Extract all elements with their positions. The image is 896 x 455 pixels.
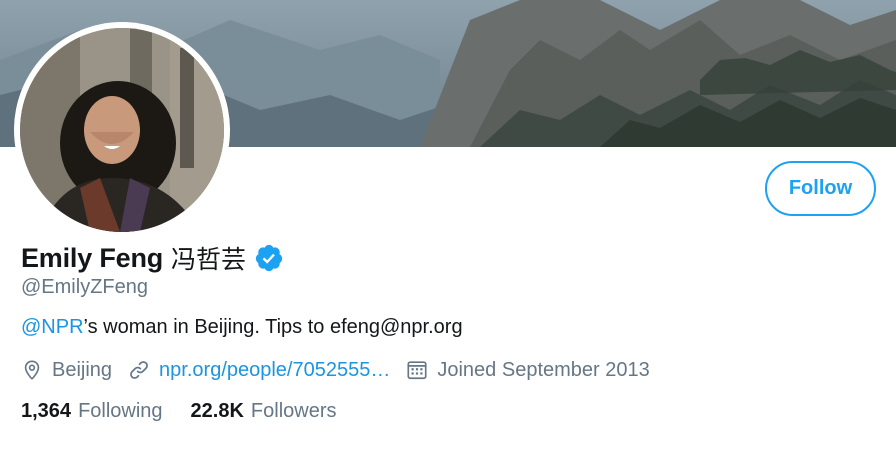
- following-count: 1,364: [21, 399, 72, 422]
- website-item[interactable]: npr.org/people/7052555…: [128, 359, 390, 382]
- avatar-frame[interactable]: [14, 22, 230, 238]
- profile-stats-row: 1,364 Following 22.8K Followers: [21, 397, 365, 425]
- follow-button[interactable]: Follow: [765, 161, 876, 216]
- profile-meta-row: Beijing npr.org/people/7052555… Joined S…: [21, 355, 666, 385]
- profile-name-row: Emily Feng 冯哲芸: [21, 239, 284, 277]
- calendar-icon: [407, 361, 427, 380]
- verified-badge-icon: [254, 243, 284, 273]
- bio-mention-link[interactable]: @NPR: [21, 316, 84, 338]
- followers-label: Followers: [250, 399, 337, 422]
- location-text: Beijing: [52, 358, 113, 381]
- location-pin-icon: [24, 360, 40, 380]
- display-name-cjk: 冯哲芸: [171, 245, 247, 274]
- following-label: Following: [78, 399, 163, 422]
- followers-count: 22.8K: [190, 399, 244, 422]
- profile-bio: @NPR’s woman in Beijing. Tips to efeng@n…: [21, 316, 463, 339]
- following-stat-link[interactable]: 1,364 Following: [21, 400, 163, 423]
- link-icon: [130, 361, 148, 379]
- avatar-photo: [20, 28, 224, 232]
- joined-item: Joined September 2013: [406, 358, 650, 382]
- profile-handle: @EmilyZFeng: [21, 276, 148, 298]
- display-name: Emily Feng: [21, 242, 164, 273]
- avatar[interactable]: [20, 28, 224, 232]
- location-item: Beijing: [21, 359, 112, 382]
- followers-stat-link[interactable]: 22.8K Followers: [191, 400, 337, 423]
- joined-text: Joined September 2013: [437, 358, 650, 381]
- bio-text: ’s woman in Beijing. Tips to efeng@npr.o…: [83, 316, 463, 338]
- website-link[interactable]: npr.org/people/7052555…: [159, 359, 390, 382]
